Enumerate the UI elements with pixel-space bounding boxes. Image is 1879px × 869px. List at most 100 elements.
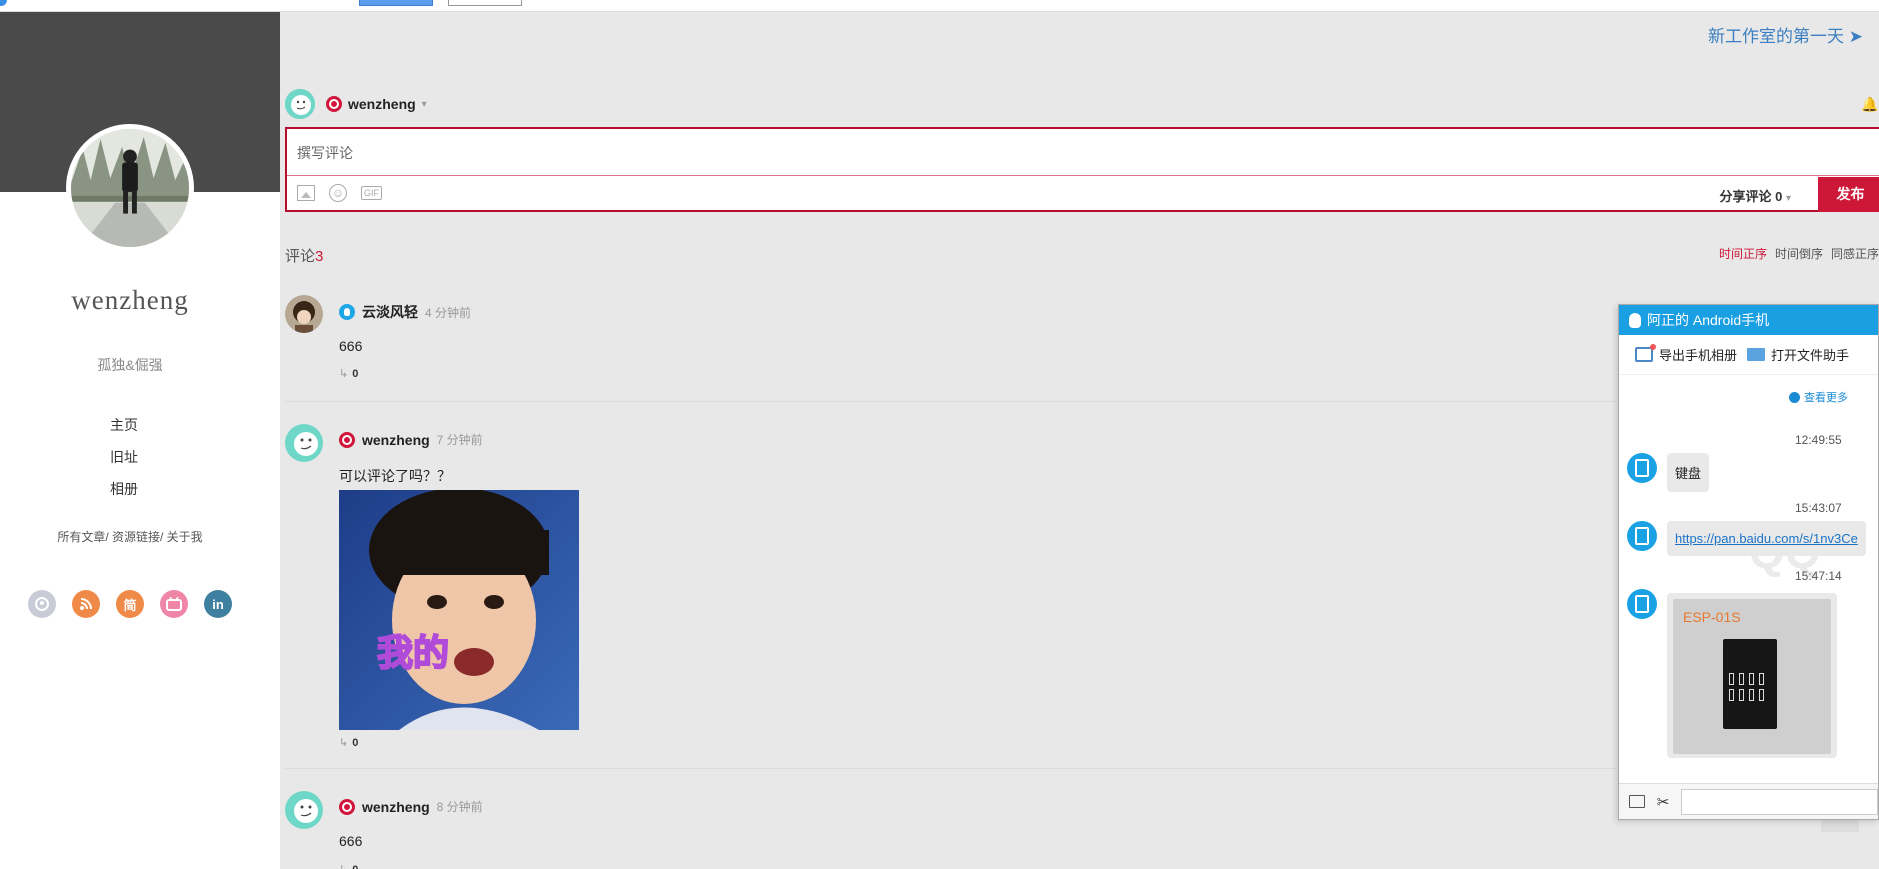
profile-nav: 主页 旧址 相册 — [0, 409, 248, 505]
profile-links[interactable]: 所有文章/ 资源链接/ 关于我 — [0, 528, 260, 545]
commenter-avatar[interactable] — [285, 791, 323, 829]
comment-count-label: 评论 — [285, 248, 316, 265]
reply-count: 0 — [352, 864, 358, 869]
comment-text: 可以评论了吗？？ — [339, 468, 451, 484]
esp-chip-graphic — [1723, 639, 1777, 729]
caret-down-icon: ▾ — [1785, 193, 1791, 204]
scissors-icon[interactable]: ✂ — [1657, 793, 1670, 811]
qq-message-input[interactable] — [1681, 788, 1878, 815]
current-user-switcher[interactable]: wenzheng ▾ — [326, 96, 427, 112]
top-tab[interactable] — [448, 0, 522, 6]
message-image[interactable]: ESP-01S — [1667, 593, 1837, 758]
reply-arrow-icon: ↳ — [339, 864, 348, 869]
export-album-button[interactable]: 导出手机相册 — [1635, 344, 1738, 364]
caret-down-icon: ▾ — [421, 98, 427, 110]
comment-image[interactable]: 我的 — [339, 490, 579, 730]
nav-home-link[interactable]: 主页 — [0, 409, 248, 441]
platform-icon — [339, 798, 355, 815]
profile-photo — [71, 129, 189, 247]
profile-name: wenzheng — [71, 285, 189, 315]
message-time: 12:49:55 — [1795, 433, 1842, 447]
phone-device-icon — [1627, 453, 1657, 483]
message-link[interactable]: https://pan.baidu.com/s/1nv3Ce — [1667, 521, 1866, 556]
image-label: ESP-01S — [1683, 609, 1741, 625]
view-more-link[interactable]: 查看更多 — [1789, 389, 1848, 405]
send-file-icon[interactable] — [1629, 795, 1645, 808]
browser-logo-icon — [0, 0, 7, 6]
publish-button[interactable]: 发布 — [1818, 177, 1879, 212]
message-time: 15:43:07 — [1795, 501, 1842, 515]
profile-motto: 孤独&倔强 — [97, 357, 163, 373]
message-time: 15:47:14 — [1795, 569, 1842, 583]
comment-editor: 撰写评论 ☺ GIF 分享评论 0 ▾ 发布 — [285, 127, 1879, 212]
qq-icon — [339, 304, 355, 320]
share-comment-toggle[interactable]: 分享评论 0 ▾ — [1720, 186, 1792, 205]
comment-user[interactable]: wenzheng — [362, 799, 430, 815]
nav-album-link[interactable]: 相册 — [0, 473, 248, 505]
reply-button[interactable]: ↳0 — [339, 736, 358, 749]
esp-module-photo: ESP-01S — [1673, 599, 1831, 754]
top-tab-active[interactable] — [359, 0, 433, 6]
phone-device-icon — [1627, 589, 1657, 619]
bilibili-icon[interactable] — [160, 590, 188, 618]
platform-icon — [326, 96, 342, 112]
editor-toolbar: ☺ GIF — [297, 184, 382, 202]
reply-button[interactable]: ↳0 — [339, 367, 358, 380]
github-icon[interactable] — [28, 590, 56, 618]
sort-like[interactable]: 同感正序 — [1831, 245, 1879, 262]
qq-toolbar: 导出手机相册 打开文件助手 — [1619, 335, 1878, 375]
comment-meta: wenzheng 7 分钟前 — [339, 431, 483, 448]
qq-input-bar: ✂ — [1619, 783, 1878, 819]
sort-time-asc[interactable]: 时间正序 — [1719, 245, 1767, 262]
jianshu-icon[interactable]: 简 — [116, 590, 144, 618]
commenter-avatar[interactable] — [285, 295, 323, 333]
rss-icon[interactable] — [72, 590, 100, 618]
comment-count-number: 3 — [315, 248, 324, 265]
comment-text: 666 — [339, 833, 363, 849]
bell-icon[interactable]: 🔔 — [1861, 96, 1879, 114]
message-bubble[interactable]: 键盘 — [1667, 453, 1710, 492]
comment-meta: wenzheng 8 分钟前 — [339, 798, 483, 815]
comment-time: 4 分钟前 — [425, 305, 472, 320]
comment-time: 7 分钟前 — [436, 433, 483, 447]
arrow-right-circle-icon: ➤ — [1848, 27, 1863, 46]
comment-text: 666 — [339, 338, 363, 354]
reply-arrow-icon: ↳ — [339, 368, 349, 380]
qq-penguin-icon — [1629, 312, 1641, 328]
nav-old-site-link[interactable]: 旧址 — [0, 441, 248, 473]
profile-avatar[interactable] — [66, 124, 194, 252]
share-comment-label: 分享评论 0 — [1719, 189, 1783, 204]
album-icon — [1635, 344, 1656, 362]
linkedin-icon[interactable]: in — [204, 590, 232, 618]
open-file-assistant-button[interactable]: 打开文件助手 — [1747, 345, 1849, 364]
current-user-name: wenzheng — [348, 96, 416, 112]
profile-sidebar: wenzheng 孤独&倔强 主页 旧址 相册 所有文章/ 资源链接/ 关于我 … — [0, 12, 280, 869]
sort-time-desc[interactable]: 时间倒序 — [1775, 245, 1823, 262]
post-title-text: 新工作室的第一天 — [1708, 27, 1845, 46]
reply-count: 0 — [352, 737, 359, 749]
comment-user[interactable]: wenzheng — [362, 432, 430, 448]
open-file-assistant-label: 打开文件助手 — [1771, 348, 1850, 363]
folder-icon — [1747, 348, 1766, 361]
post-title-link[interactable]: 新工作室的第一天 ➤ — [1708, 22, 1863, 47]
comment-input[interactable]: 撰写评论 — [297, 143, 353, 163]
image-upload-icon[interactable] — [297, 185, 315, 201]
comment-count: 评论3 — [285, 245, 323, 266]
comment-sort: 时间正序 时间倒序 同感正序 — [1719, 245, 1879, 262]
qq-window-title: 阿正的 Android手机 — [1647, 312, 1770, 328]
browser-top-strip — [0, 0, 1879, 12]
view-more-label: 查看更多 — [1804, 392, 1848, 404]
comment-user[interactable]: 云淡风轻 — [362, 302, 418, 322]
platform-icon — [339, 431, 355, 448]
current-user-avatar[interactable] — [285, 89, 315, 119]
gif-icon[interactable]: GIF — [361, 186, 382, 200]
emoji-icon[interactable]: ☺ — [329, 184, 347, 202]
reply-count: 0 — [352, 368, 359, 380]
export-album-label: 导出手机相册 — [1659, 348, 1738, 363]
editor-divider — [287, 175, 1879, 176]
social-links: 简 in — [28, 590, 232, 618]
commenter-avatar[interactable] — [285, 424, 323, 462]
reply-button[interactable]: ↳0 — [339, 863, 358, 869]
qq-file-assistant-window: 阿正的 Android手机 导出手机相册 打开文件助手 查看更多 QQ 12:4… — [1618, 304, 1879, 820]
qq-window-titlebar[interactable]: 阿正的 Android手机 — [1619, 305, 1878, 335]
